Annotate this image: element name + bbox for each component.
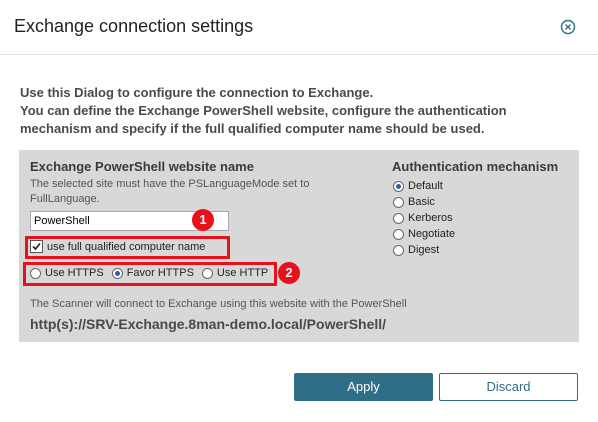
intro-text: Use this Dialog to configure the connect… [20,84,580,138]
auth-option-default[interactable]: Default [393,178,455,194]
connection-url: http(s)://SRV-Exchange.8man-demo.local/P… [30,316,387,332]
auth-option-label: Kerberos [408,212,453,224]
auth-option-kerberos[interactable]: Kerberos [393,210,455,226]
auth-option-label: Basic [408,196,435,208]
radio-button[interactable] [393,244,404,256]
auth-option-label: Digest [408,244,440,256]
auth-option-label: Default [408,180,443,192]
intro-line-2: You can define the Exchange PowerShell w… [20,103,507,136]
intro-line-1: Use this Dialog to configure the connect… [20,85,374,100]
connection-info-text: The Scanner will connect to Exchange usi… [30,298,407,310]
auth-option-label: Negotiate [408,228,456,240]
highlight-fqdn [25,236,230,259]
dialog-title: Exchange connection settings [14,16,254,36]
close-icon[interactable] [560,19,576,35]
website-heading: Exchange PowerShell website name [30,159,254,174]
auth-heading: Authentication mechanism [392,159,559,174]
auth-option-negotiate[interactable]: Negotiate [393,226,455,242]
radio-button[interactable] [393,196,404,208]
radio-button[interactable] [393,212,404,224]
radio-button[interactable] [393,180,404,192]
website-hint: The selected site must have the PSLangua… [30,178,310,205]
dialog-header: Exchange connection settings [0,0,598,55]
annotation-badge-2: 2 [278,262,300,284]
annotation-badge-1: 1 [192,209,214,231]
highlight-protocol [23,262,277,286]
auth-radio-group: Default Basic Kerberos Negotiate Digest [393,178,455,258]
apply-button[interactable]: Apply [294,373,433,401]
radio-button[interactable] [393,228,404,240]
auth-option-digest[interactable]: Digest [393,242,455,258]
discard-button[interactable]: Discard [439,373,578,401]
auth-option-basic[interactable]: Basic [393,194,455,210]
